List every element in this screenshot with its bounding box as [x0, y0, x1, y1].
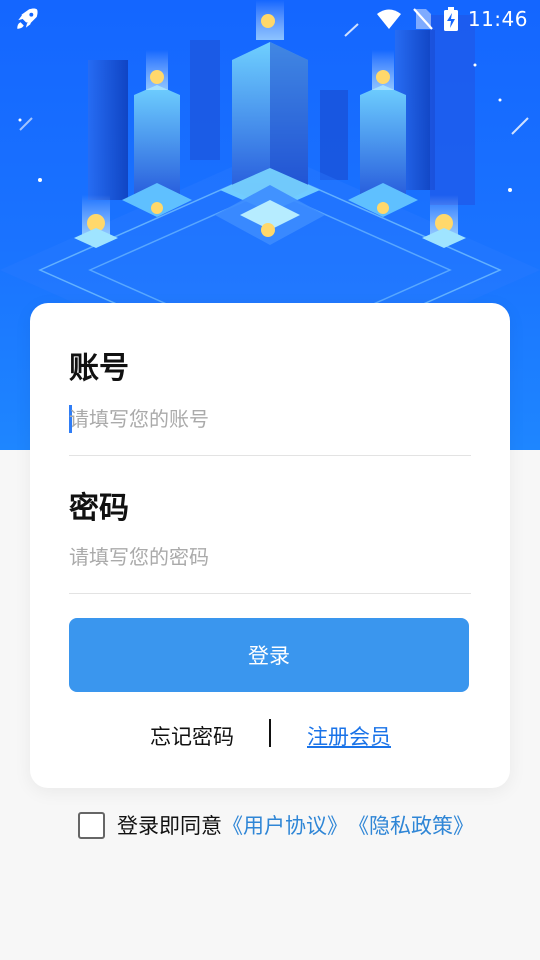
account-label: 账号 — [69, 351, 129, 386]
account-links: 忘记密码 注册会员 — [30, 719, 510, 753]
agreement-text: 登录即同意 — [117, 814, 222, 838]
privacy-policy-link[interactable]: 《隐私政策》 — [348, 810, 474, 840]
password-input[interactable] — [69, 535, 471, 579]
battery-charging-icon — [443, 7, 458, 31]
account-input[interactable] — [69, 397, 471, 441]
link-separator — [269, 719, 271, 747]
login-card: 账号 密码 登录 忘记密码 注册会员 — [30, 303, 510, 788]
account-divider — [69, 455, 471, 456]
password-divider — [69, 593, 471, 594]
user-agreement-link[interactable]: 《用户协议》 — [222, 810, 348, 840]
login-button[interactable]: 登录 — [69, 618, 469, 692]
agreement-row: 登录即同意 《用户协议》 《隐私政策》 — [78, 808, 474, 842]
agreement-checkbox[interactable] — [78, 811, 105, 839]
rocket-icon — [17, 8, 38, 29]
password-label: 密码 — [69, 491, 129, 526]
status-bar: 11:46 — [0, 0, 540, 38]
register-link[interactable]: 注册会员 — [307, 721, 391, 751]
status-time: 11:46 — [467, 7, 528, 31]
forgot-password-link[interactable]: 忘记密码 — [150, 721, 234, 751]
no-sim-icon — [413, 8, 433, 30]
wifi-icon — [376, 9, 401, 29]
